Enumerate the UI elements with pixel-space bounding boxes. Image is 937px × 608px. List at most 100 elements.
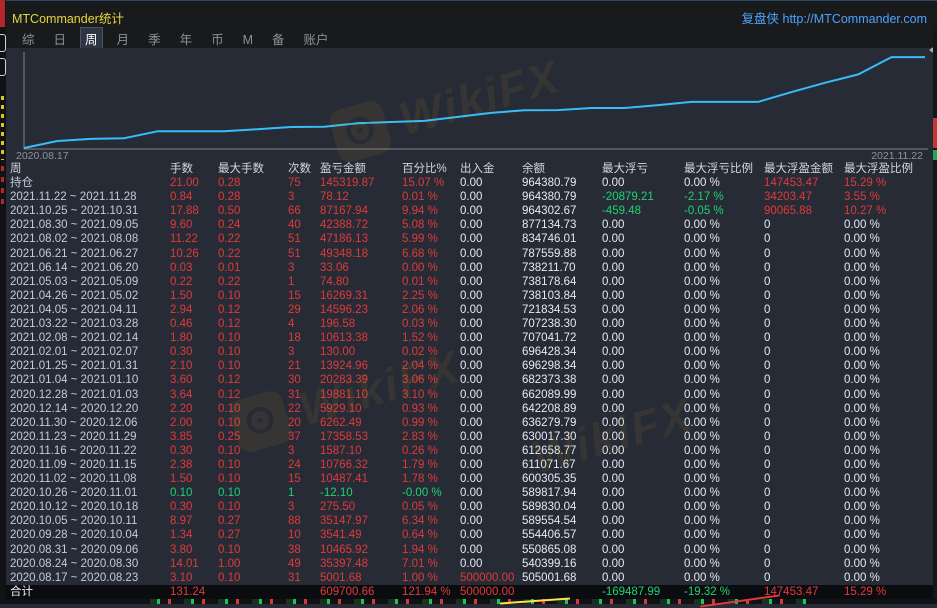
cell-mfpp: 0.00 %	[844, 261, 937, 275]
table-row[interactable]: 2021.04.05 ~ 2021.04.112.940.122914596.2…	[0, 303, 937, 317]
cell-mfpp: 15.29 %	[844, 176, 937, 190]
column-header-count: 次数	[288, 162, 320, 176]
cell-inout: 0.00	[460, 543, 522, 557]
table-row[interactable]: 2020.10.05 ~ 2020.10.118.970.278835147.9…	[0, 514, 937, 528]
cell-mflp: 0.00 %	[684, 303, 764, 317]
table-row[interactable]: 2020.11.30 ~ 2020.12.062.000.10206262.49…	[0, 416, 937, 430]
cell-mflp: 0.00 %	[684, 444, 764, 458]
cell-mfpp: 3.55 %	[844, 190, 937, 204]
table-row[interactable]: 2021.11.22 ~ 2021.11.280.840.28378.120.0…	[0, 190, 937, 204]
table-row[interactable]: 2021.06.21 ~ 2021.06.2710.260.225149348.…	[0, 247, 937, 261]
cell-pnl: 35397.48	[320, 557, 402, 571]
menu-item-10[interactable]: 账户	[299, 27, 334, 50]
table-row[interactable]: 2021.06.14 ~ 2021.06.200.030.01333.060.0…	[0, 261, 937, 275]
cell-mfl: 0.00	[602, 331, 684, 345]
table-row[interactable]: 2020.12.14 ~ 2020.12.202.200.10225929.10…	[0, 402, 937, 416]
table-row[interactable]: 2020.08.24 ~ 2020.08.3014.011.004935397.…	[0, 557, 937, 571]
cell-balance: 554406.57	[522, 528, 602, 542]
menu-item-7[interactable]: 币	[206, 27, 229, 50]
table-row[interactable]: 2020.11.02 ~ 2020.11.081.500.101510487.4…	[0, 472, 937, 486]
cell-lots: 0.46	[170, 317, 218, 331]
table-row[interactable]: 2020.11.16 ~ 2020.11.220.300.1031587.100…	[0, 444, 937, 458]
cell-period: 2020.08.31 ~ 2020.09.06	[10, 543, 170, 557]
x-axis-end-label: 2021.11.22	[871, 150, 923, 162]
column-header-mfl: 最大浮亏	[602, 162, 684, 176]
cell-mfpp: 0.00 %	[844, 331, 937, 345]
cell-count: 29	[288, 303, 320, 317]
cell-lots: 0.22	[170, 275, 218, 289]
cell-inout: 0.00	[460, 373, 522, 387]
table-row[interactable]: 2020.10.12 ~ 2020.10.180.300.103275.500.…	[0, 500, 937, 514]
cell-count: 66	[288, 204, 320, 218]
cell-mfp: 0	[764, 359, 844, 373]
cell-lots: 14.01	[170, 557, 218, 571]
cell-pnl: 10766.32	[320, 458, 402, 472]
menu-item-1[interactable]: 综	[17, 27, 40, 50]
table-row[interactable]: 2021.02.08 ~ 2021.02.141.800.101810613.3…	[0, 331, 937, 345]
menu-item-2[interactable]: 日	[49, 27, 72, 50]
cell-lots: 0.30	[170, 500, 218, 514]
menu-item-8[interactable]: M	[238, 31, 258, 49]
table-row[interactable]: 2021.04.26 ~ 2021.05.021.500.101516269.3…	[0, 289, 937, 303]
table-row[interactable]: 2021.01.04 ~ 2021.01.103.600.123020283.3…	[0, 373, 937, 387]
cell-balance: 738178.64	[522, 275, 602, 289]
cell-mfp: 0	[764, 402, 844, 416]
cell-count	[288, 585, 320, 600]
background-candle-sliver	[933, 118, 937, 148]
cell-mfp: 0	[764, 289, 844, 303]
cell-pct: 2.06 %	[402, 303, 460, 317]
cell-pct: 7.01 %	[402, 557, 460, 571]
cell-mfp: 0	[764, 275, 844, 289]
cell-mfl: 0.00	[602, 289, 684, 303]
table-row[interactable]: 2021.05.03 ~ 2021.05.090.220.22174.800.0…	[0, 275, 937, 289]
table-row[interactable]: 2020.08.17 ~ 2020.08.233.100.10315001.68…	[0, 571, 937, 585]
cell-period: 2020.09.28 ~ 2020.10.04	[10, 528, 170, 542]
cell-mfl: 0.00	[602, 359, 684, 373]
cell-count: 75	[288, 176, 320, 190]
table-row[interactable]: 2021.08.30 ~ 2021.09.059.600.244042388.7…	[0, 218, 937, 232]
cell-count: 24	[288, 458, 320, 472]
table-row[interactable]: 2021.10.25 ~ 2021.10.3117.880.506687167.…	[0, 204, 937, 218]
cell-pct: 1.94 %	[402, 543, 460, 557]
cell-maxlots: 0.10	[218, 289, 288, 303]
cell-mfp: 0	[764, 571, 844, 585]
column-header-mfp: 最大浮盈金额	[764, 162, 844, 176]
menu-item-6[interactable]: 年	[175, 27, 198, 50]
column-header-maxlots: 最大手数	[218, 162, 288, 176]
cell-balance: 964380.79	[522, 176, 602, 190]
background-button-sliver	[0, 58, 6, 76]
cell-mfl: 0.00	[602, 402, 684, 416]
cell-lots: 2.94	[170, 303, 218, 317]
cell-lots: 2.20	[170, 402, 218, 416]
cell-mfp: 147453.47	[764, 585, 844, 600]
cell-inout: 500000.00	[460, 585, 522, 600]
table-row[interactable]: 2021.03.22 ~ 2021.03.280.460.124196.580.…	[0, 317, 937, 331]
cell-maxlots: 0.10	[218, 486, 288, 500]
cell-mflp: -2.17 %	[684, 190, 764, 204]
table-row[interactable]: 2020.09.28 ~ 2020.10.041.340.27103541.49…	[0, 528, 937, 542]
table-row[interactable]: 2020.12.28 ~ 2021.01.033.640.123119881.1…	[0, 388, 937, 402]
table-row[interactable]: 2020.11.23 ~ 2020.11.293.850.253717358.5…	[0, 430, 937, 444]
menu-item-4[interactable]: 月	[112, 27, 135, 50]
table-row[interactable]: 2021.01.25 ~ 2021.01.312.100.102113924.9…	[0, 359, 937, 373]
cell-mflp: 0.00 %	[684, 317, 764, 331]
open-position-row[interactable]: 持仓21.000.2875145319.8715.07 %0.00964380.…	[0, 176, 937, 190]
cell-pct: 6.34 %	[402, 514, 460, 528]
table-row[interactable]: 2020.08.31 ~ 2020.09.063.800.103810465.9…	[0, 543, 937, 557]
column-header-pct: 百分比%	[402, 162, 460, 176]
cell-mfp: 0	[764, 345, 844, 359]
cell-balance: 721834.53	[522, 303, 602, 317]
cell-pct: 2.04 %	[402, 359, 460, 373]
menu-item-5[interactable]: 季	[143, 27, 166, 50]
menu-item-9[interactable]: 备	[267, 27, 290, 50]
cell-lots: 0.03	[170, 261, 218, 275]
cell-pct: 0.03 %	[402, 317, 460, 331]
table-row[interactable]: 2021.08.02 ~ 2021.08.0811.220.225147186.…	[0, 232, 937, 246]
table-row[interactable]: 2020.10.26 ~ 2020.11.010.100.101-12.10-0…	[0, 486, 937, 500]
cell-mflp: 0.00 %	[684, 571, 764, 585]
table-row[interactable]: 2021.02.01 ~ 2021.02.070.300.103130.000.…	[0, 345, 937, 359]
menu-item-3[interactable]: 周	[80, 27, 103, 50]
table-row[interactable]: 2020.11.09 ~ 2020.11.152.380.102410766.3…	[0, 458, 937, 472]
cell-pnl: 20283.39	[320, 373, 402, 387]
brand-link[interactable]: 复盘侠 http://MTCommander.com	[742, 8, 927, 27]
